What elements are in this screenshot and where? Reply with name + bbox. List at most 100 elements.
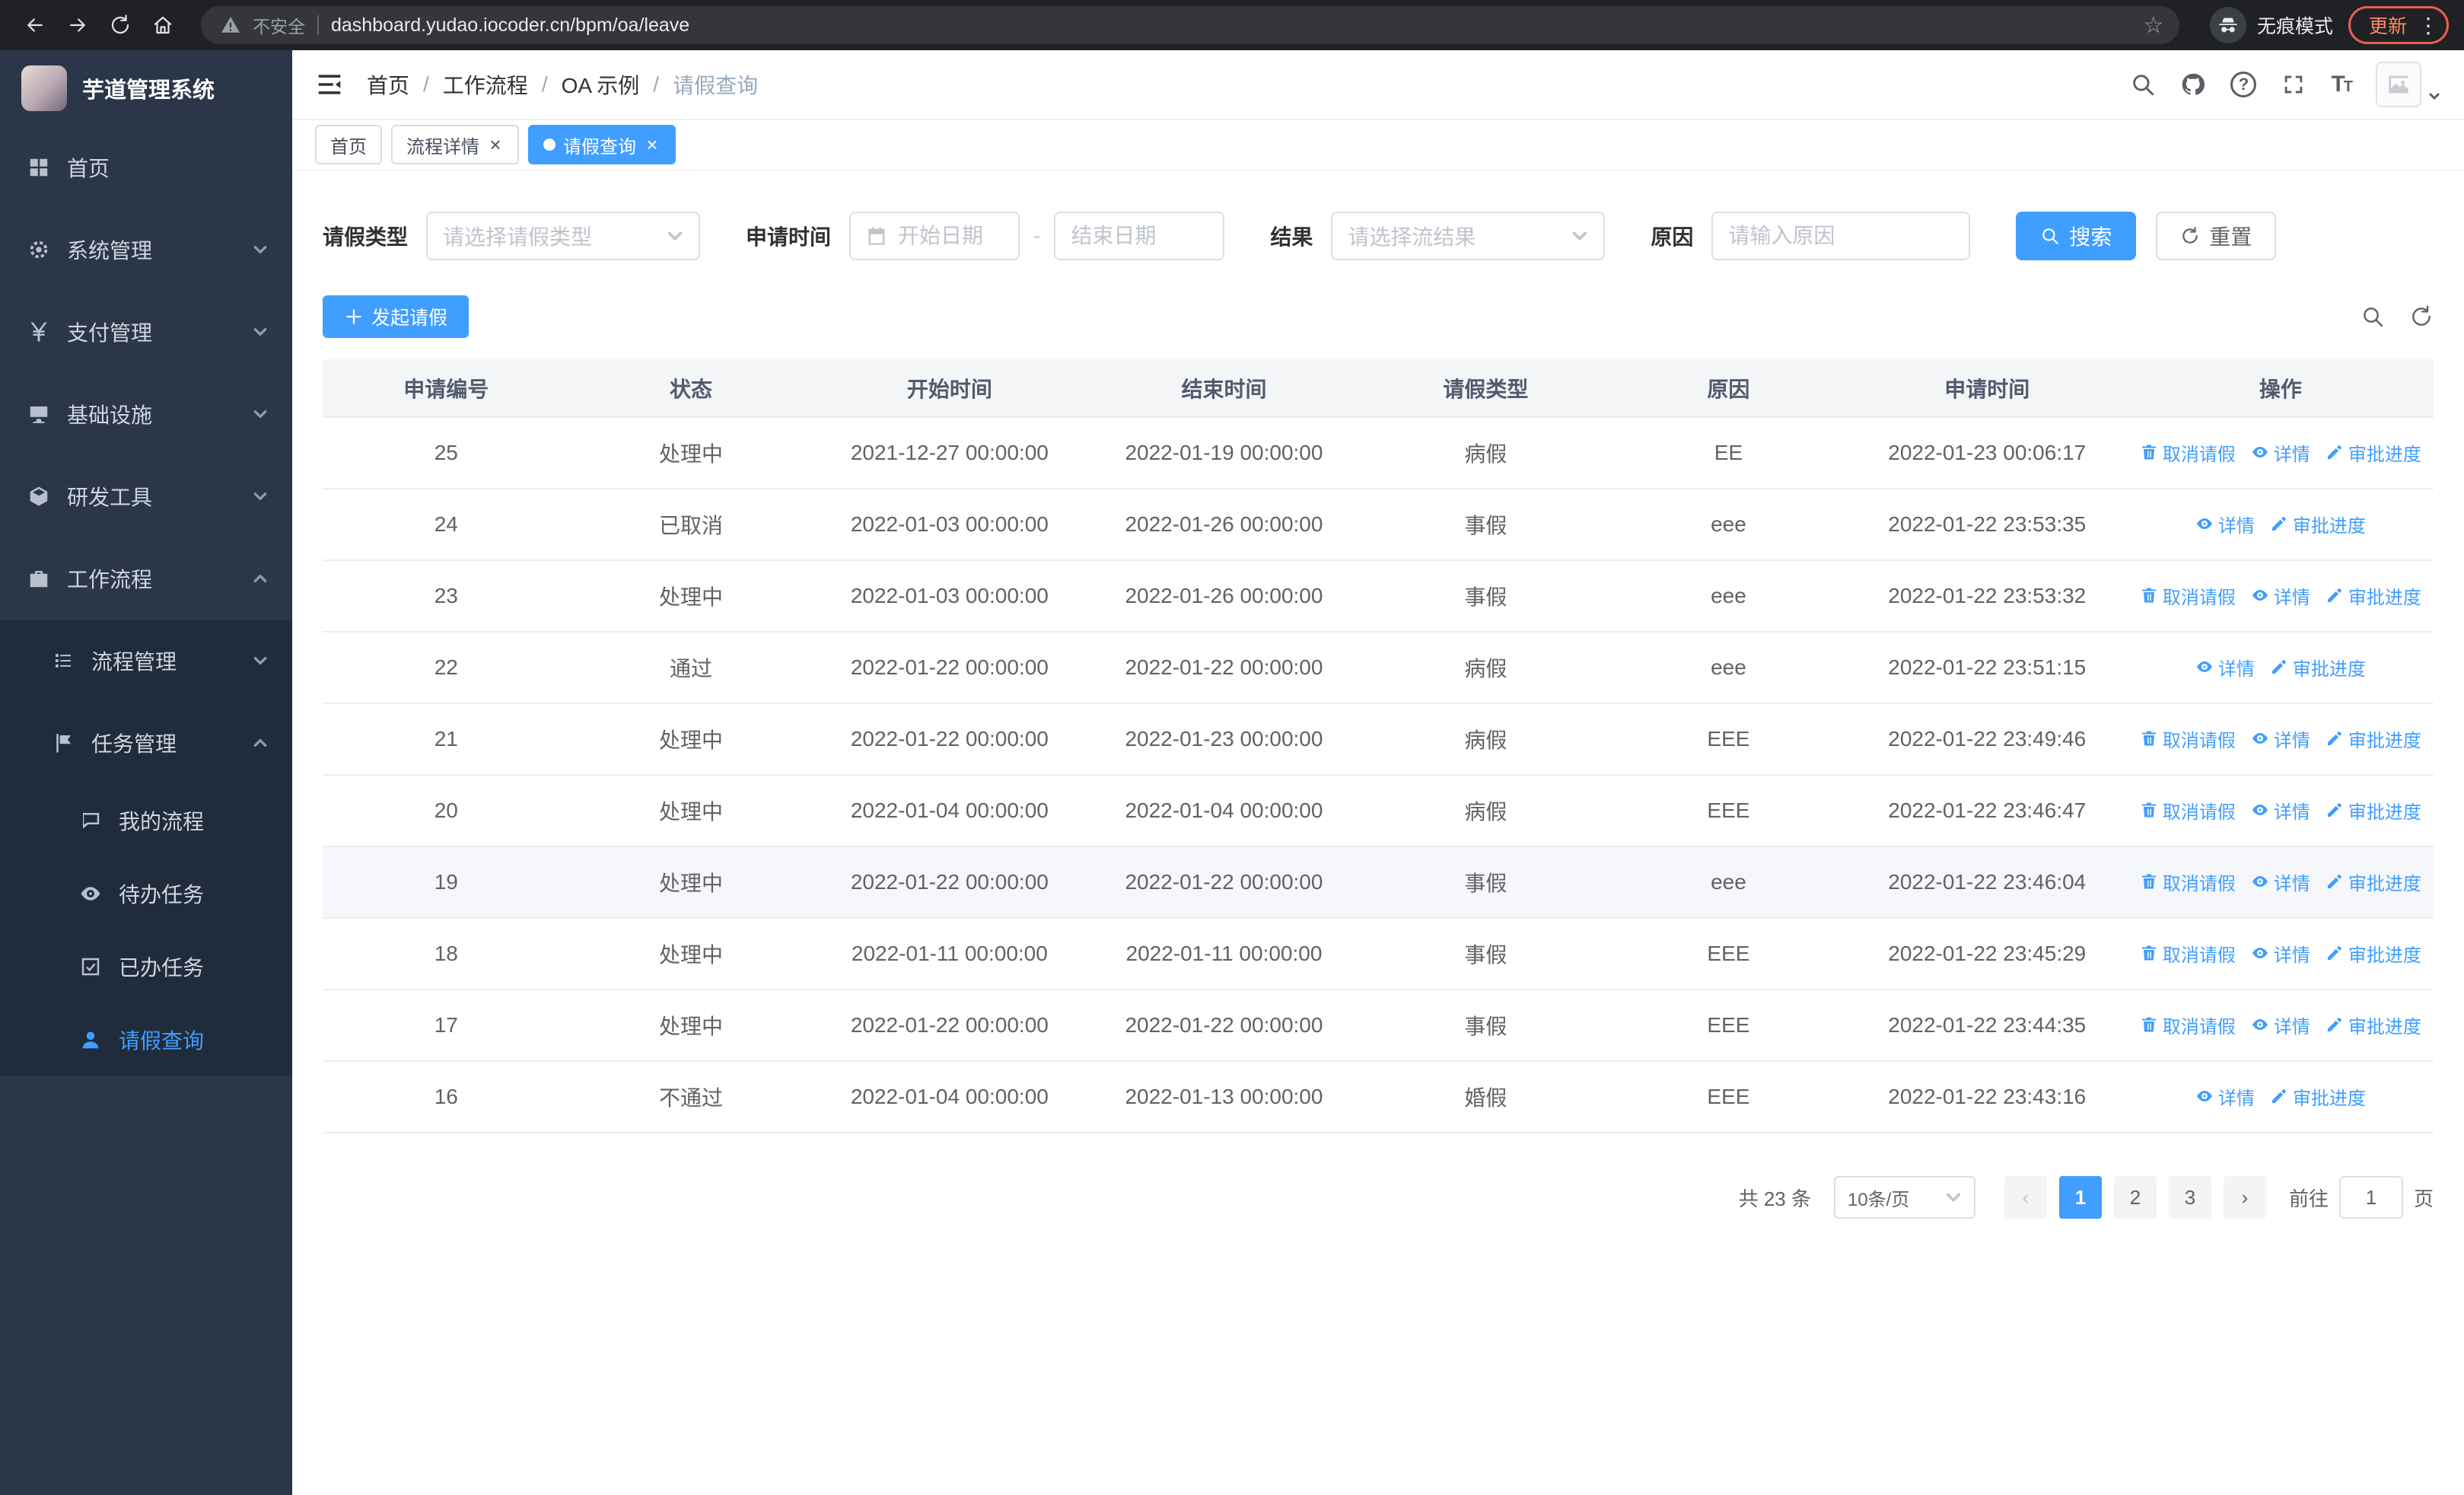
detail-link[interactable]: 详情 <box>2251 797 2310 824</box>
close-icon[interactable]: × <box>487 135 504 155</box>
cell-status: 处理中 <box>569 990 813 1062</box>
refresh-icon[interactable] <box>2409 304 2434 329</box>
tab-home[interactable]: 首页 <box>315 125 382 164</box>
cell-reason: EE <box>1610 417 1847 489</box>
back-button[interactable] <box>15 5 55 45</box>
approval-progress-link[interactable]: 审批进度 <box>2270 511 2366 537</box>
cell-actions: 取消请假 详情 审批进度 <box>2127 775 2434 847</box>
cancel-leave-link[interactable]: 取消请假 <box>2140 439 2236 466</box>
cancel-leave-link[interactable]: 取消请假 <box>2140 1012 2236 1038</box>
start-date-field[interactable] <box>898 224 1004 248</box>
end-date-input[interactable] <box>1054 212 1225 260</box>
home-button[interactable] <box>143 5 183 45</box>
bookmark-star-icon[interactable]: ☆ <box>2137 8 2170 42</box>
tab-process-detail[interactable]: 流程详情 × <box>391 125 519 164</box>
breadcrumb-item[interactable]: 首页 <box>367 69 409 100</box>
sidebar-item-system[interactable]: 系统管理 <box>0 209 292 291</box>
cancel-leave-link[interactable]: 取消请假 <box>2140 582 2236 609</box>
detail-link[interactable]: 详情 <box>2251 940 2310 967</box>
flag-icon <box>56 734 71 753</box>
font-size-icon[interactable]: TT <box>2331 72 2353 97</box>
tab-leave-query[interactable]: 请假查询 × <box>528 125 676 164</box>
approval-progress-link[interactable]: 审批进度 <box>2326 1012 2421 1038</box>
sidebar-item-my-processes[interactable]: 我的流程 <box>0 784 292 857</box>
app-logo[interactable]: 芋道管理系统 <box>0 50 292 126</box>
detail-link[interactable]: 详情 <box>2251 1012 2310 1038</box>
detail-link[interactable]: 详情 <box>2251 725 2310 752</box>
approval-progress-link[interactable]: 审批进度 <box>2326 725 2421 752</box>
create-leave-button[interactable]: 发起请假 <box>323 295 470 338</box>
detail-link[interactable]: 详情 <box>2251 869 2310 895</box>
approval-progress-link[interactable]: 审批进度 <box>2326 869 2421 895</box>
reload-button[interactable] <box>100 5 140 45</box>
sidebar-item-done-tasks[interactable]: 已办任务 <box>0 930 292 1003</box>
forward-button[interactable] <box>58 5 97 45</box>
detail-link[interactable]: 详情 <box>2195 654 2255 681</box>
detail-link[interactable]: 详情 <box>2251 582 2310 609</box>
cell-id: 22 <box>323 632 570 704</box>
approval-progress-link[interactable]: 审批进度 <box>2270 654 2366 681</box>
page-button-1[interactable]: 1 <box>2058 1176 2102 1219</box>
detail-link[interactable]: 详情 <box>2195 1083 2255 1110</box>
cell-status: 处理中 <box>569 417 813 489</box>
reset-button-label: 重置 <box>2209 225 2252 249</box>
chevron-up-icon <box>253 575 267 582</box>
page-size-select[interactable]: 10条/页 <box>1833 1176 1975 1219</box>
leave-type-select[interactable]: 请选择请假类型 <box>426 212 701 260</box>
sidebar-item-payment[interactable]: 支付管理 <box>0 291 292 373</box>
help-icon[interactable]: ? <box>2230 72 2257 97</box>
approval-progress-link[interactable]: 审批进度 <box>2326 582 2421 609</box>
reason-input[interactable] <box>1711 212 1971 260</box>
sidebar-item-leave-query[interactable]: 请假查询 <box>0 1003 292 1076</box>
detail-link[interactable]: 详情 <box>2195 511 2255 537</box>
browser-menu[interactable]: 更新 ⋮ <box>2348 6 2449 44</box>
breadcrumb-item[interactable]: OA 示例 <box>562 69 640 100</box>
sidebar-item-label: 我的流程 <box>119 810 205 834</box>
app-title: 芋道管理系统 <box>82 78 215 103</box>
sidebar-item-process-management[interactable]: 流程管理 <box>0 620 292 702</box>
reason-field[interactable] <box>1728 224 1954 248</box>
goto-page-input[interactable] <box>2338 1176 2403 1219</box>
tools-icon <box>30 486 48 506</box>
sidebar-item-home[interactable]: 首页 <box>0 126 292 209</box>
approval-progress-link[interactable]: 审批进度 <box>2326 797 2421 824</box>
page-button-3[interactable]: 3 <box>2168 1176 2211 1219</box>
sidebar-fold-icon[interactable] <box>315 70 344 99</box>
approval-progress-link[interactable]: 审批进度 <box>2326 439 2421 466</box>
github-icon[interactable] <box>2180 72 2206 97</box>
end-date-field[interactable] <box>1071 224 1208 248</box>
search-button[interactable]: 搜索 <box>2016 212 2137 260</box>
approval-progress-link[interactable]: 审批进度 <box>2326 940 2421 967</box>
sidebar-item-task-management[interactable]: 任务管理 <box>0 702 292 784</box>
approval-progress-link[interactable]: 审批进度 <box>2270 1083 2366 1110</box>
detail-link[interactable]: 详情 <box>2251 439 2310 466</box>
tab-label: 流程详情 <box>406 136 479 158</box>
table-row: 23 处理中 2022-01-03 00:00:00 2022-01-26 00:00… <box>323 560 2434 633</box>
cancel-leave-link[interactable]: 取消请假 <box>2140 797 2236 824</box>
sidebar-item-workflow[interactable]: 工作流程 <box>0 537 292 620</box>
fullscreen-icon[interactable] <box>2281 72 2306 97</box>
col-application-id: 申请编号 <box>323 359 570 418</box>
breadcrumb-item[interactable]: 工作流程 <box>443 69 528 100</box>
cancel-leave-link[interactable]: 取消请假 <box>2140 725 2236 752</box>
reset-button[interactable]: 重置 <box>2156 212 2277 260</box>
cell-id: 18 <box>323 918 570 990</box>
page-size-label: 10条/页 <box>1847 1189 1910 1210</box>
sidebar-item-infrastructure[interactable]: 基础设施 <box>0 373 292 455</box>
page-button-2[interactable]: 2 <box>2113 1176 2157 1219</box>
sidebar-item-pending-tasks[interactable]: 待办任务 <box>0 857 292 930</box>
result-select[interactable]: 请选择流结果 <box>1331 212 1606 260</box>
close-icon[interactable]: × <box>644 135 661 155</box>
start-date-input[interactable] <box>849 212 1020 260</box>
prev-page-button[interactable]: ‹ <box>2004 1176 2047 1219</box>
toggle-search-icon[interactable] <box>2361 304 2385 329</box>
cancel-leave-link[interactable]: 取消请假 <box>2140 869 2236 895</box>
cell-type: 事假 <box>1361 846 1611 919</box>
address-bar[interactable]: 不安全 dashboard.yudao.iocoder.cn/bpm/oa/le… <box>201 6 2179 44</box>
next-page-button[interactable]: › <box>2223 1176 2266 1219</box>
search-icon[interactable] <box>2130 72 2156 97</box>
refresh-icon <box>2182 227 2198 244</box>
cancel-leave-link[interactable]: 取消请假 <box>2140 940 2236 967</box>
user-menu[interactable] <box>2376 62 2441 107</box>
sidebar-item-devtools[interactable]: 研发工具 <box>0 455 292 537</box>
